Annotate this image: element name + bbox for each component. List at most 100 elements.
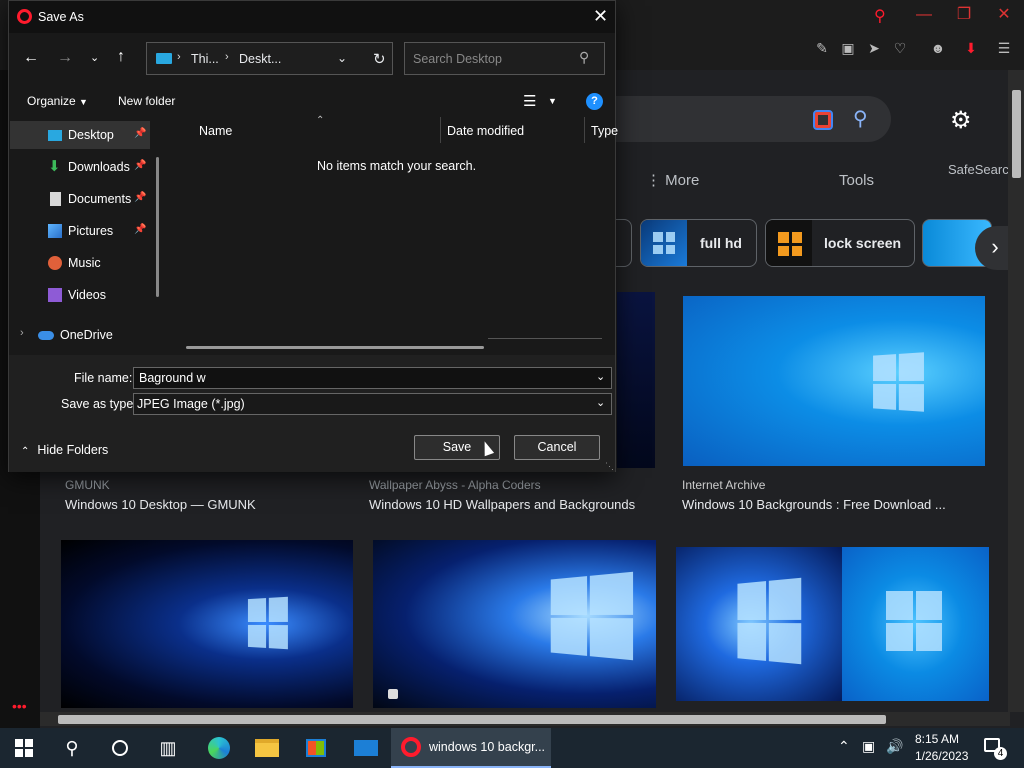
file-name-input[interactable]: Baground w ⌄ [133,367,612,389]
breadcrumb-separator-icon: › [225,51,229,63]
restore-icon[interactable]: ❐ [954,6,974,24]
more-dots-icon[interactable]: ••• [12,698,27,714]
cortana-icon[interactable] [96,728,144,768]
more-link[interactable]: ⋮ More [646,171,699,189]
view-options-icon[interactable]: ☰ [523,92,536,110]
send-icon[interactable]: ➤ [866,40,882,56]
nav-item-videos[interactable]: Videos [10,281,150,309]
result-caption[interactable]: Windows 10 Backgrounds : Free Download .… [682,497,946,512]
minimize-icon[interactable]: — [914,6,934,24]
back-arrow-icon[interactable]: ← [23,49,39,67]
edge-logo [208,737,230,759]
address-bar[interactable]: › Thi... › Deskt... ⌄ ↻ [146,42,393,75]
breadcrumb-separator-icon: › [177,51,181,63]
column-name[interactable]: Name [199,124,232,138]
safesearch-link[interactable]: SafeSearch [948,162,1016,177]
lens-icon[interactable] [813,110,833,130]
hide-folders-button[interactable]: ⌃ Hide Folders [21,443,108,457]
nav-scroll-thumb[interactable] [156,157,159,297]
search-icon[interactable]: ⚲ [874,6,892,25]
heart-icon[interactable]: ♡ [892,40,908,56]
result-image[interactable] [61,540,353,708]
horizontal-scroll-thumb[interactable] [58,715,886,724]
chip-full-hd[interactable]: full hd [640,219,757,267]
profile-icon[interactable]: ☻ [930,40,946,56]
nav-item-pictures[interactable]: Pictures 📌 [10,217,150,245]
this-pc-icon [156,53,172,64]
caret-down-icon[interactable]: ▼ [548,96,557,106]
search-icon[interactable]: ⚲ [853,106,868,131]
search-icon[interactable]: ⚲ [48,728,96,768]
file-list: ⌃ Name Date modified Type No items match… [168,115,618,349]
close-icon[interactable]: ✕ [994,6,1014,24]
chip-lock-screen[interactable]: lock screen [765,219,915,267]
menu-icon[interactable]: ☰ [996,40,1012,56]
result-caption[interactable]: Windows 10 Desktop — GMUNK [65,497,256,512]
column-divider [440,117,441,143]
vertical-scroll-thumb[interactable] [1012,90,1021,178]
result-source: Internet Archive [682,478,766,492]
chevron-down-icon[interactable]: ⌄ [337,51,347,65]
nav-item-downloads[interactable]: ⬇ Downloads 📌 [10,153,150,181]
sort-arrow-icon: ⌃ [316,115,325,126]
nav-item-onedrive[interactable]: › OneDrive [10,321,150,349]
save-type-select[interactable]: JPEG Image (*.jpg) ⌄ [133,393,612,415]
pin-icon: 📌 [134,160,147,171]
windows-start-icon[interactable] [0,728,48,768]
caret-down-icon: ▼ [79,97,88,107]
breadcrumb-this-pc[interactable]: Thi... [191,52,219,66]
volume-icon[interactable]: 🔊 [886,738,903,755]
close-icon[interactable]: ✕ [593,6,608,27]
clock-date[interactable]: 1/26/2023 [915,749,968,763]
forward-arrow-icon[interactable]: → [57,49,73,67]
tools-link[interactable]: Tools [839,172,874,189]
breadcrumb-desktop[interactable]: Deskt... [239,52,281,66]
nav-item-label: Documents [68,192,132,206]
search-bar[interactable]: ⚲ [615,96,891,142]
refresh-icon[interactable]: ↻ [373,50,386,68]
column-divider [584,117,585,143]
result-caption[interactable]: Windows 10 HD Wallpapers and Backgrounds [369,497,635,512]
organize-button[interactable]: Organize ▼ [27,94,88,108]
result-image[interactable] [683,296,985,466]
edge-icon[interactable] [195,728,243,768]
resize-grip-icon[interactable]: ⋱ [605,461,614,472]
help-icon[interactable]: ? [586,93,603,110]
download-icon[interactable]: ⬇ [963,40,979,56]
task-view-icon[interactable]: ▥ [144,728,192,768]
edit-icon[interactable]: ✎ [814,40,830,56]
result-image[interactable] [617,292,655,468]
documents-icon [50,192,61,206]
camera-icon[interactable]: ▣ [840,40,856,56]
cancel-button[interactable]: Cancel [514,435,600,460]
horizontal-scroll-thumb[interactable] [186,346,484,349]
result-image[interactable] [842,547,989,701]
mail-icon[interactable] [342,728,390,768]
download-icon: ⬇ [48,158,61,175]
chevron-down-icon[interactable]: ⌄ [90,51,99,64]
store-icon[interactable] [292,728,340,768]
column-type[interactable]: Type [591,124,618,138]
search-input[interactable]: Search Desktop ⚲ [404,42,605,75]
chevron-down-icon[interactable]: ⌄ [596,370,605,383]
nav-item-desktop[interactable]: Desktop 📌 [10,121,150,149]
taskbar-app-opera[interactable]: windows 10 backgr... [391,728,551,768]
file-explorer-icon[interactable] [243,728,291,768]
nav-item-documents[interactable]: Documents 📌 [10,185,150,213]
clock-time[interactable]: 8:15 AM [915,732,959,746]
result-image[interactable] [373,540,656,708]
settings-icon[interactable]: ⚙ [950,106,972,135]
result-image[interactable] [676,547,842,701]
chevron-right-icon[interactable]: › [20,327,24,339]
chevron-up-icon[interactable]: ⌃ [838,738,850,755]
search-icon[interactable]: ⚲ [579,49,589,66]
up-arrow-icon[interactable]: ↑ [117,48,125,66]
chevron-down-icon[interactable]: ⌄ [596,396,605,409]
new-folder-button[interactable]: New folder [118,94,175,108]
column-date-modified[interactable]: Date modified [447,124,524,138]
network-icon[interactable]: ▣ [862,738,875,755]
nav-item-music[interactable]: Music [10,249,150,277]
opera-icon [401,737,421,757]
chip-thumbnail [641,220,687,266]
windows-logo-icon [778,232,802,256]
